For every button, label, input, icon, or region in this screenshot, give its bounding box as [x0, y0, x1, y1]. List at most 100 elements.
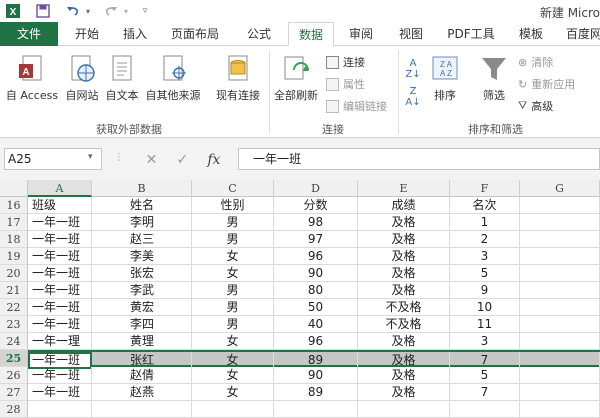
cell-b21[interactable]: 李武 — [92, 282, 192, 299]
sort-button[interactable]: Z AA Z 排序 — [428, 54, 462, 103]
sort-az-button[interactable]: A Z↓ — [402, 58, 424, 80]
column-header-c[interactable]: C — [192, 180, 274, 197]
tab-home[interactable]: 开始 — [68, 22, 106, 46]
select-all-corner[interactable] — [0, 180, 28, 197]
tab-insert[interactable]: 插入 — [118, 22, 152, 46]
sort-za-button[interactable]: Z A↓ — [402, 86, 424, 108]
cell-e23[interactable]: 不及格 — [358, 316, 450, 333]
enter-icon[interactable]: ✓ — [176, 152, 188, 168]
cancel-icon[interactable]: ✕ — [146, 152, 158, 168]
column-header-g[interactable]: G — [520, 180, 600, 197]
tab-baidu[interactable]: 百度网 — [566, 22, 600, 46]
from-text-button[interactable]: 自文本 — [102, 54, 142, 103]
cell-f22[interactable]: 10 — [450, 299, 520, 316]
cell-c28[interactable] — [192, 401, 274, 418]
cell-d17[interactable]: 98 — [274, 214, 358, 231]
column-header-d[interactable]: D — [274, 180, 358, 197]
cell-d16[interactable]: 分数 — [274, 197, 358, 214]
row-header[interactable]: 17 — [0, 214, 28, 231]
cell-d18[interactable]: 97 — [274, 231, 358, 248]
cell-e24[interactable]: 及格 — [358, 333, 450, 350]
cell-g20[interactable] — [520, 265, 600, 282]
row-header[interactable]: 27 — [0, 384, 28, 401]
cell-d20[interactable]: 90 — [274, 265, 358, 282]
column-header-e[interactable]: E — [358, 180, 450, 197]
refresh-all-button[interactable]: 全部刷新 — [270, 54, 322, 103]
insert-function-icon[interactable]: fx — [207, 152, 220, 168]
cell-d19[interactable]: 96 — [274, 248, 358, 265]
connections-button[interactable]: 连接 — [326, 54, 365, 70]
cell-g18[interactable] — [520, 231, 600, 248]
cell-c21[interactable]: 男 — [192, 282, 274, 299]
tab-templates[interactable]: 模板 — [514, 22, 548, 46]
cell-a23[interactable]: 一年一班 — [28, 316, 92, 333]
tab-pdf-tools[interactable]: PDF工具 — [444, 22, 498, 46]
cell-a17[interactable]: 一年一班 — [28, 214, 92, 231]
cell-b28[interactable] — [92, 401, 192, 418]
formula-bar-grip[interactable]: ⋮ — [114, 152, 124, 163]
cell-e21[interactable]: 及格 — [358, 282, 450, 299]
cell-d24[interactable]: 96 — [274, 333, 358, 350]
cell-c26[interactable]: 女 — [192, 367, 274, 384]
cell-b22[interactable]: 黄宏 — [92, 299, 192, 316]
properties-button[interactable]: 属性 — [326, 76, 365, 92]
cell-b24[interactable]: 黄理 — [92, 333, 192, 350]
redo-dropdown-icon[interactable]: ▾ — [122, 3, 130, 19]
reapply-button[interactable]: ↻ 重新应用 — [518, 76, 575, 92]
cell-g24[interactable] — [520, 333, 600, 350]
row-header[interactable]: 23 — [0, 316, 28, 333]
cell-d27[interactable]: 89 — [274, 384, 358, 401]
cell-a28[interactable] — [28, 401, 92, 418]
cell-e19[interactable]: 及格 — [358, 248, 450, 265]
tab-review[interactable]: 审阅 — [344, 22, 378, 46]
cell-g19[interactable] — [520, 248, 600, 265]
cell-b19[interactable]: 李美 — [92, 248, 192, 265]
undo-icon[interactable] — [64, 3, 82, 19]
row-header[interactable]: 16 — [0, 197, 28, 214]
cell-d26[interactable]: 90 — [274, 367, 358, 384]
advanced-button[interactable]: ⛛ 高级 — [518, 98, 553, 114]
tab-view[interactable]: 视图 — [394, 22, 428, 46]
cell-f19[interactable]: 3 — [450, 248, 520, 265]
cell-a24[interactable]: 一年一理 — [28, 333, 92, 350]
cell-d28[interactable] — [274, 401, 358, 418]
row-header[interactable]: 26 — [0, 367, 28, 384]
tab-file[interactable]: 文件 — [0, 22, 58, 46]
cell-a22[interactable]: 一年一班 — [28, 299, 92, 316]
edit-links-button[interactable]: 编辑链接 — [326, 98, 387, 114]
tab-data[interactable]: 数据 — [288, 22, 334, 47]
from-other-sources-button[interactable]: 自其他来源 — [142, 54, 204, 103]
row-header[interactable]: 25 — [0, 350, 28, 367]
row-header[interactable]: 24 — [0, 333, 28, 350]
row-header[interactable]: 28 — [0, 401, 28, 418]
cell-f26[interactable]: 5 — [450, 367, 520, 384]
cell-e17[interactable]: 及格 — [358, 214, 450, 231]
cell-c27[interactable]: 女 — [192, 384, 274, 401]
cell-b17[interactable]: 李明 — [92, 214, 192, 231]
cell-f17[interactable]: 1 — [450, 214, 520, 231]
undo-dropdown-icon[interactable]: ▾ — [84, 3, 92, 19]
cell-e27[interactable]: 及格 — [358, 384, 450, 401]
cell-f16[interactable]: 名次 — [450, 197, 520, 214]
cell-e22[interactable]: 不及格 — [358, 299, 450, 316]
cell-g21[interactable] — [520, 282, 600, 299]
cell-a21[interactable]: 一年一班 — [28, 282, 92, 299]
row-header[interactable]: 21 — [0, 282, 28, 299]
name-box-dropdown-icon[interactable]: ▾ — [88, 152, 93, 162]
cell-g27[interactable] — [520, 384, 600, 401]
cell-d23[interactable]: 40 — [274, 316, 358, 333]
from-access-button[interactable]: A 自 Access — [4, 54, 60, 103]
tab-page-layout[interactable]: 页面布局 — [166, 22, 224, 46]
cell-e16[interactable]: 成绩 — [358, 197, 450, 214]
row-header[interactable]: 18 — [0, 231, 28, 248]
row-header[interactable]: 19 — [0, 248, 28, 265]
cell-b18[interactable]: 赵三 — [92, 231, 192, 248]
cell-e20[interactable]: 及格 — [358, 265, 450, 282]
cell-e18[interactable]: 及格 — [358, 231, 450, 248]
from-web-button[interactable]: 自网站 — [62, 54, 102, 103]
cell-f28[interactable] — [450, 401, 520, 418]
cell-b26[interactable]: 赵倩 — [92, 367, 192, 384]
cell-c22[interactable]: 男 — [192, 299, 274, 316]
worksheet-grid[interactable]: A B C D E F G 16 班级 姓名 性别 分数 成绩 名次 17 一年一班 李明男 98 及格 1 18 一年一… — [0, 180, 600, 418]
cell-b23[interactable]: 李四 — [92, 316, 192, 333]
